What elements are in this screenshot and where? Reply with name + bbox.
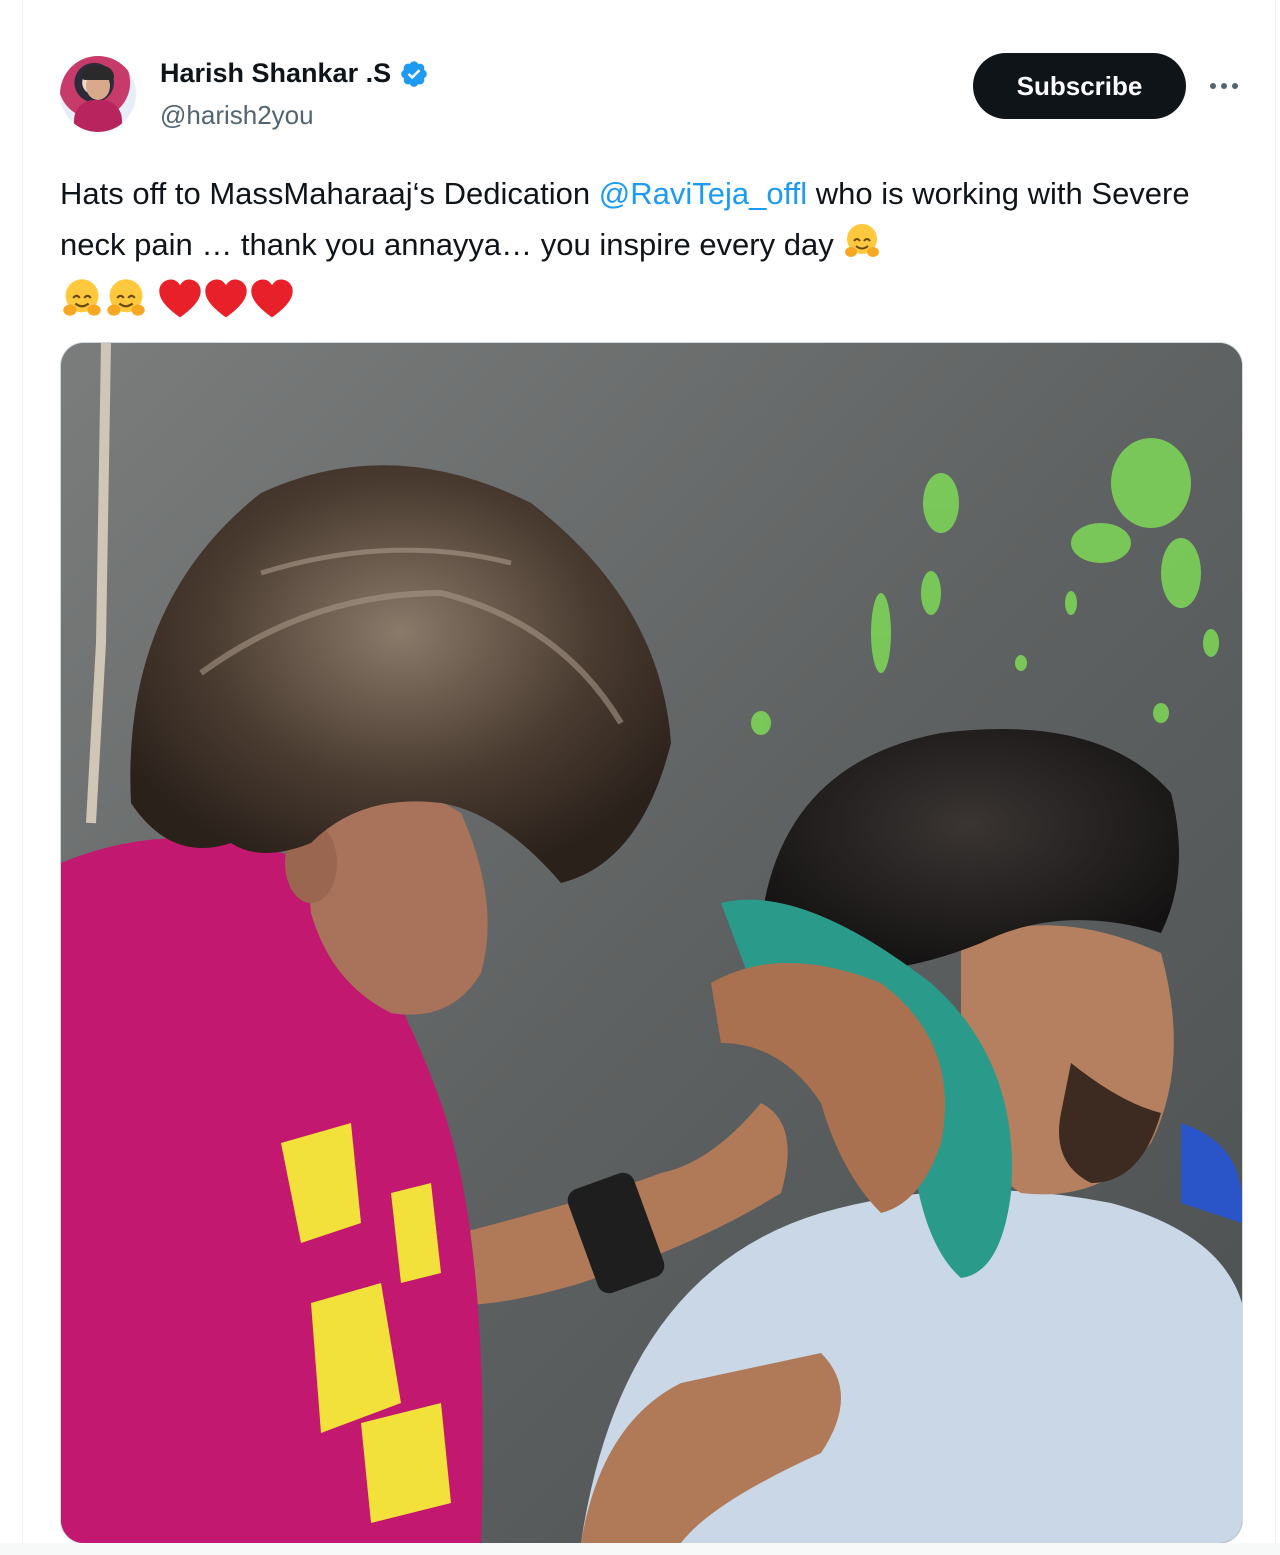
subscribe-button[interactable]: Subscribe: [973, 53, 1186, 119]
red-heart-emoji-icon: [249, 278, 295, 335]
mention-link[interactable]: @RaviTeja_offl: [599, 176, 807, 211]
hugging-face-emoji-icon: [842, 221, 882, 276]
author-avatar[interactable]: [60, 56, 136, 132]
tweet-text: Hats off to MassMaharaaj‘s Dedication @R…: [60, 168, 1220, 335]
author-name-row: Harish Shankar .S: [160, 58, 429, 89]
photo-illustration: [61, 343, 1242, 1543]
more-options-icon[interactable]: [1204, 70, 1244, 102]
bottom-divider: [0, 1543, 1280, 1555]
author-display-name[interactable]: Harish Shankar .S: [160, 58, 391, 89]
red-heart-emoji-icon: [157, 278, 203, 335]
hugging-face-emoji-icon: [104, 276, 148, 335]
verified-badge-icon: [399, 59, 429, 89]
red-heart-emoji-icon: [203, 278, 249, 335]
tweet-photo[interactable]: [60, 342, 1243, 1544]
author-handle[interactable]: @harish2you: [160, 100, 314, 131]
hugging-face-emoji-icon: [60, 276, 104, 335]
tweet-text-part1: Hats off to MassMaharaaj‘s Dedication: [60, 176, 599, 211]
